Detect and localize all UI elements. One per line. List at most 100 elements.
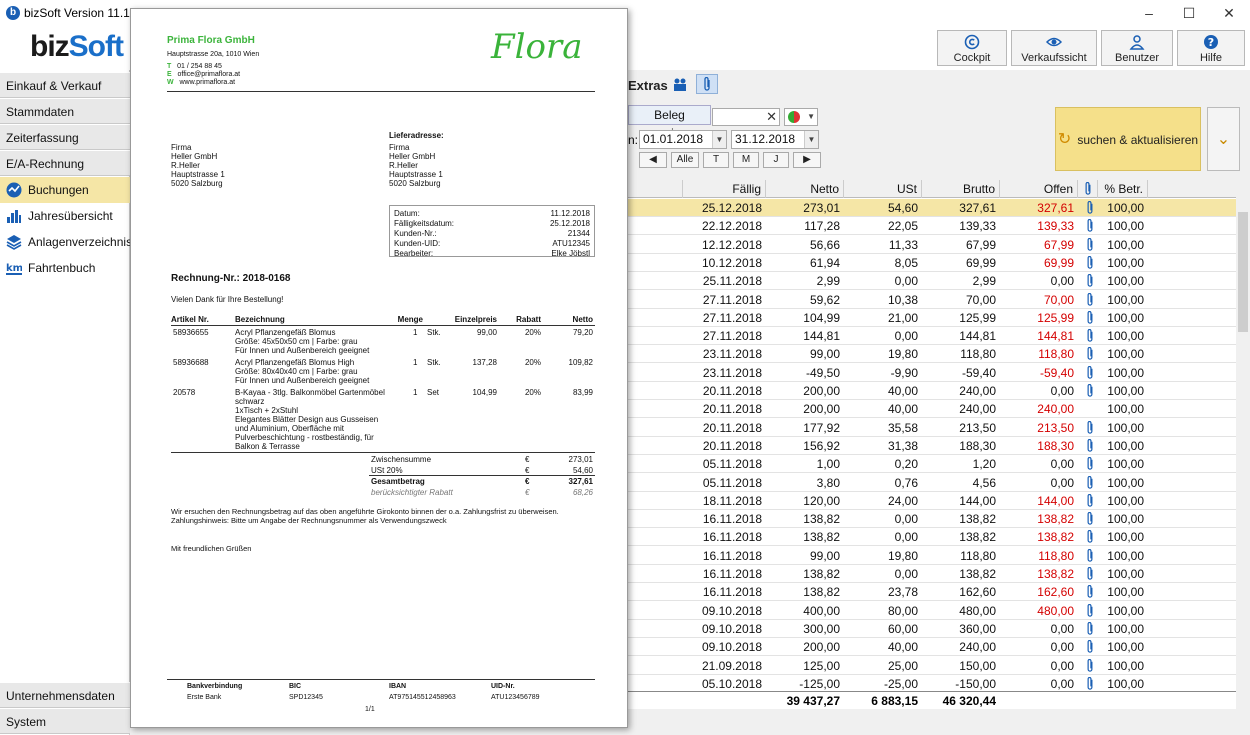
table-row[interactable]: 09.10.2018 400,00 80,00 480,00 480,00 100,00: [628, 602, 1236, 620]
paperclip-icon[interactable]: [1084, 585, 1096, 599]
table-row[interactable]: 20.11.2018 177,92 35,58 213,50 213,50 100,00: [628, 419, 1236, 437]
paperclip-icon[interactable]: [1084, 420, 1096, 435]
period-year-button[interactable]: J: [763, 152, 789, 168]
table-row[interactable]: 09.10.2018 200,00 40,00 240,00 0,00 100,00: [628, 638, 1236, 657]
beleg-anzeigen-button[interactable]: Beleg anzeigen: [628, 105, 711, 140]
paperclip-icon[interactable]: [1084, 274, 1096, 288]
paperclip-icon[interactable]: [1084, 475, 1096, 490]
benutzer-button[interactable]: Benutzer: [1101, 30, 1173, 66]
vertical-scrollbar[interactable]: [1236, 198, 1250, 688]
column-header-betr[interactable]: % Betr.: [1098, 180, 1148, 198]
chevron-down-icon[interactable]: ▼: [712, 131, 726, 148]
paperclip-icon[interactable]: [1084, 201, 1096, 215]
cockpit-button[interactable]: Cockpit: [937, 30, 1007, 66]
table-row[interactable]: 22.12.2018 117,28 22,05 139,33 139,33 100,00: [628, 217, 1236, 236]
table-row[interactable]: 20.11.2018 200,00 40,00 240,00 0,00 100,00: [628, 382, 1236, 400]
extras-menu[interactable]: Extras: [628, 78, 668, 93]
column-header-faellig[interactable]: Fällig: [683, 180, 766, 198]
table-row[interactable]: 05.11.2018 3,80 0,76 4,56 0,00 100,00: [628, 474, 1236, 492]
table-row[interactable]: 16.11.2018 138,82 23,78 162,60 162,60 100,00: [628, 583, 1236, 602]
paperclip-icon[interactable]: [1084, 658, 1096, 673]
minimize-button[interactable]: –: [1129, 2, 1169, 24]
paperclip-icon[interactable]: [1084, 676, 1096, 691]
sidebar-section-einkauf[interactable]: Einkauf & Verkauf: [0, 72, 130, 98]
prev-period-button[interactable]: ◀: [639, 152, 667, 168]
sidebar-item-fahrtenbuch[interactable]: km Fahrtenbuch: [0, 255, 130, 281]
sidebar-item-anlagenverzeichnis[interactable]: Anlagenverzeichnis: [0, 229, 132, 255]
table-row[interactable]: 16.11.2018 138,82 0,00 138,82 138,82 100,00: [628, 528, 1236, 547]
hilfe-button[interactable]: ? Hilfe: [1177, 30, 1245, 66]
paperclip-icon[interactable]: [1084, 292, 1096, 307]
next-period-button[interactable]: ▶: [793, 152, 821, 168]
table-row[interactable]: 27.11.2018 144,81 0,00 144,81 144,81 100,00: [628, 327, 1236, 346]
users-icon[interactable]: [672, 77, 688, 91]
paperclip-icon[interactable]: [1084, 548, 1096, 563]
table-row[interactable]: 25.11.2018 2,99 0,00 2,99 0,00 100,00: [628, 272, 1236, 291]
table-row[interactable]: 16.11.2018 138,82 0,00 138,82 138,82 100,00: [628, 565, 1236, 583]
table-row[interactable]: 05.11.2018 1,00 0,20 1,20 0,00 100,00: [628, 455, 1236, 474]
table-row[interactable]: 10.12.2018 61,94 8,05 69,99 69,99 100,00: [628, 254, 1236, 272]
search-refresh-button[interactable]: ↻ suchen & aktualisieren: [1055, 107, 1201, 171]
period-day-button[interactable]: T: [703, 152, 729, 168]
chevron-down-icon[interactable]: ▼: [804, 131, 818, 148]
sidebar-section-stammdaten[interactable]: Stammdaten: [0, 98, 130, 124]
table-row[interactable]: 25.12.2018 273,01 54,60 327,61 327,61 100,00: [628, 199, 1236, 217]
sidebar-item-jahresuebersicht[interactable]: Jahresübersicht: [0, 203, 130, 229]
column-header-attachment[interactable]: [1078, 180, 1098, 198]
table-row[interactable]: 21.09.2018 125,00 25,00 150,00 0,00 100,00: [628, 657, 1236, 675]
status-filter-select[interactable]: ▼: [784, 108, 818, 126]
verkaufssicht-button[interactable]: Verkaufssicht: [1011, 30, 1097, 66]
paperclip-icon[interactable]: [1084, 255, 1096, 270]
paperclip-icon[interactable]: [1084, 457, 1096, 471]
table-row[interactable]: 16.11.2018 138,82 0,00 138,82 138,82 100,00: [628, 510, 1236, 529]
paperclip-icon[interactable]: [1084, 493, 1096, 508]
table-row[interactable]: 09.10.2018 300,00 60,00 360,00 0,00 100,00: [628, 620, 1236, 638]
sidebar-section-ea-rechnung[interactable]: E/A-Rechnung: [0, 150, 130, 176]
clear-icon[interactable]: ✕: [766, 109, 777, 125]
paperclip-icon[interactable]: [1084, 310, 1096, 325]
table-row[interactable]: 23.11.2018 -49,50 -9,90 -59,40 -59,40 100,00: [628, 364, 1236, 382]
table-row[interactable]: 20.11.2018 200,00 40,00 240,00 240,00 100,00: [628, 400, 1236, 419]
paperclip-icon[interactable]: [1084, 621, 1096, 636]
paperclip-icon[interactable]: [1084, 640, 1096, 654]
scrollbar-thumb[interactable]: [1238, 212, 1248, 332]
cell-netto: 300,00: [803, 621, 840, 636]
column-header-brutto[interactable]: Brutto: [922, 180, 1000, 198]
table-row[interactable]: 12.12.2018 56,66 11,33 67,99 67,99 100,00: [628, 236, 1236, 254]
sidebar-item-buchungen[interactable]: Buchungen: [0, 177, 130, 203]
paperclip-icon[interactable]: [1084, 512, 1096, 526]
sidebar-section-system[interactable]: System: [0, 708, 130, 734]
cell-betr: 100,00: [1107, 585, 1144, 600]
column-header-netto[interactable]: Netto: [766, 180, 844, 198]
table-row[interactable]: 27.11.2018 104,99 21,00 125,99 125,99 100,00: [628, 309, 1236, 327]
table-row[interactable]: 16.11.2018 99,00 19,80 118,80 118,80 100,00: [628, 547, 1236, 565]
paperclip-icon[interactable]: [1084, 219, 1096, 233]
column-header-offen[interactable]: Offen: [1000, 180, 1078, 198]
column-header-ust[interactable]: USt: [844, 180, 922, 198]
paperclip-icon[interactable]: [1084, 329, 1096, 343]
paperclip-icon[interactable]: [1084, 530, 1096, 544]
paperclip-icon[interactable]: [1084, 237, 1096, 252]
close-button[interactable]: ✕: [1209, 2, 1249, 24]
table-row[interactable]: 18.11.2018 120,00 24,00 144,00 144,00 100,00: [628, 492, 1236, 510]
table-row[interactable]: 27.11.2018 59,62 10,38 70,00 70,00 100,00: [628, 291, 1236, 309]
paperclip-icon[interactable]: [1084, 365, 1096, 380]
sidebar-section-zeiterfassung[interactable]: Zeiterfassung: [0, 124, 130, 150]
period-month-button[interactable]: M: [733, 152, 759, 168]
period-all-button[interactable]: Alle: [671, 152, 699, 168]
date-from-field[interactable]: 01.01.2018 ▼: [639, 130, 727, 149]
paperclip-icon[interactable]: [1084, 603, 1096, 618]
maximize-button[interactable]: ☐: [1169, 2, 1209, 24]
paperclip-icon[interactable]: [1084, 384, 1096, 398]
cell-ust: 0,00: [894, 530, 918, 545]
table-row[interactable]: 20.11.2018 156,92 31,38 188,30 188,30 100,00: [628, 437, 1236, 455]
sidebar-section-unternehmensdaten[interactable]: Unternehmensdaten: [0, 682, 130, 708]
paperclip-icon[interactable]: [1084, 347, 1096, 361]
table-row[interactable]: 23.11.2018 99,00 19,80 118,80 118,80 100,00: [628, 345, 1236, 364]
expand-filter-button[interactable]: ⌄: [1207, 107, 1240, 171]
search-input[interactable]: ✕: [712, 108, 780, 126]
paperclip-icon[interactable]: [1084, 567, 1096, 581]
paperclip-icon[interactable]: [1084, 438, 1096, 453]
attachment-toggle[interactable]: [696, 74, 718, 94]
date-to-field[interactable]: 31.12.2018 ▼: [731, 130, 819, 149]
